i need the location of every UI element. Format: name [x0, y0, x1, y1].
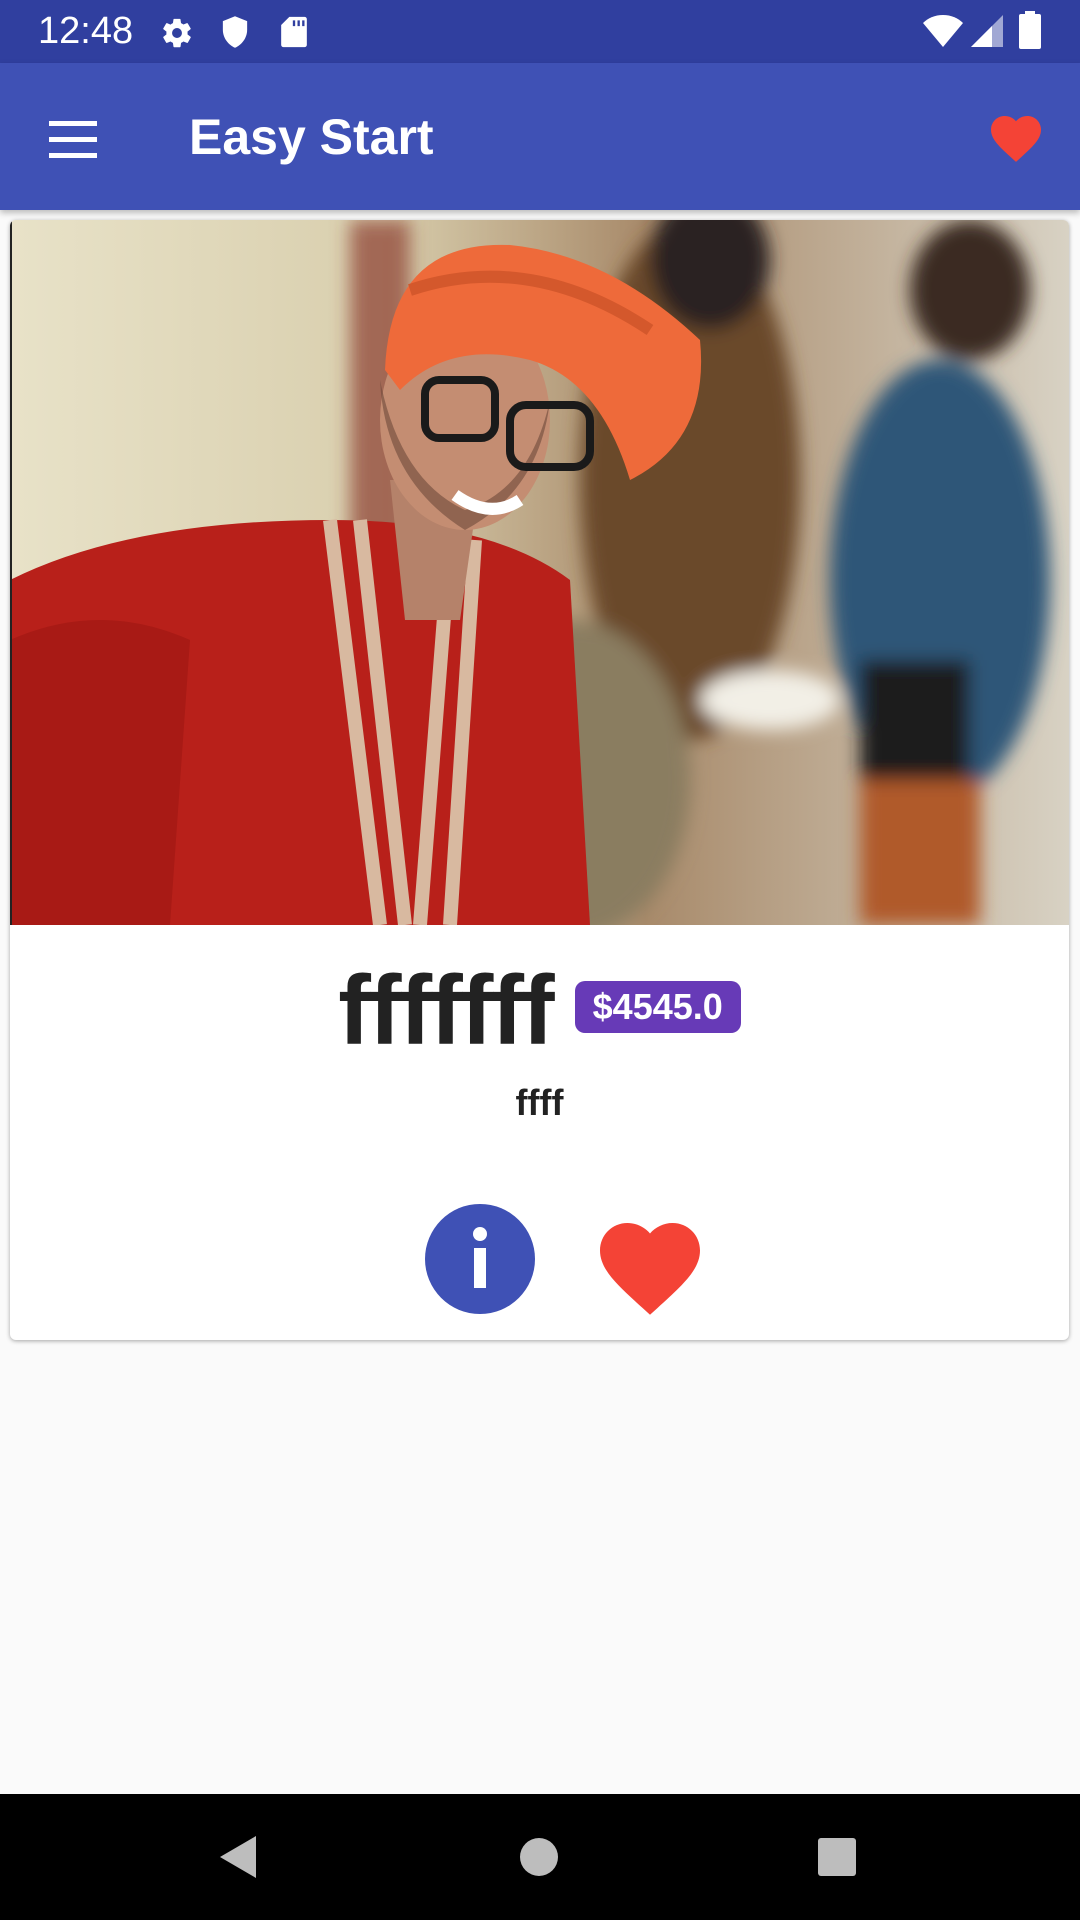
- back-button[interactable]: [214, 1832, 264, 1882]
- menu-button[interactable]: [36, 108, 110, 170]
- wifi-icon: [923, 15, 963, 47]
- card-image: [10, 220, 1069, 925]
- battery-icon: [1019, 11, 1041, 49]
- status-bar: 12:48: [0, 0, 1080, 63]
- menu-icon: [49, 121, 97, 158]
- subtitle-wrap: ffff: [10, 1082, 1069, 1124]
- product-card[interactable]: fffffff $4545.0 ffff: [10, 220, 1069, 1340]
- signal-icon: [971, 15, 1003, 47]
- favorites-button[interactable]: [986, 108, 1046, 164]
- card-title: fffffff: [338, 954, 554, 1065]
- shield-icon: [222, 16, 248, 48]
- info-button[interactable]: [425, 1204, 535, 1314]
- sd-card-icon: [281, 16, 307, 48]
- app-title: Easy Start: [189, 109, 434, 165]
- card-subtitle: ffff: [515, 1082, 564, 1123]
- status-time: 12:48: [38, 10, 134, 52]
- favorite-button[interactable]: [590, 1208, 710, 1318]
- app-bar: Easy Start: [0, 63, 1080, 210]
- title-row: fffffff $4545.0: [10, 950, 1069, 1070]
- navigation-bar: [0, 1794, 1080, 1920]
- heart-icon: [600, 1223, 700, 1315]
- settings-icon: [163, 18, 191, 48]
- home-icon: [520, 1838, 558, 1876]
- info-icon: [425, 1204, 535, 1314]
- recents-button[interactable]: [812, 1832, 862, 1882]
- back-icon: [220, 1836, 256, 1878]
- price-badge: $4545.0: [574, 981, 741, 1033]
- home-button[interactable]: [514, 1832, 564, 1882]
- heart-icon: [991, 116, 1041, 162]
- recents-icon: [818, 1838, 856, 1876]
